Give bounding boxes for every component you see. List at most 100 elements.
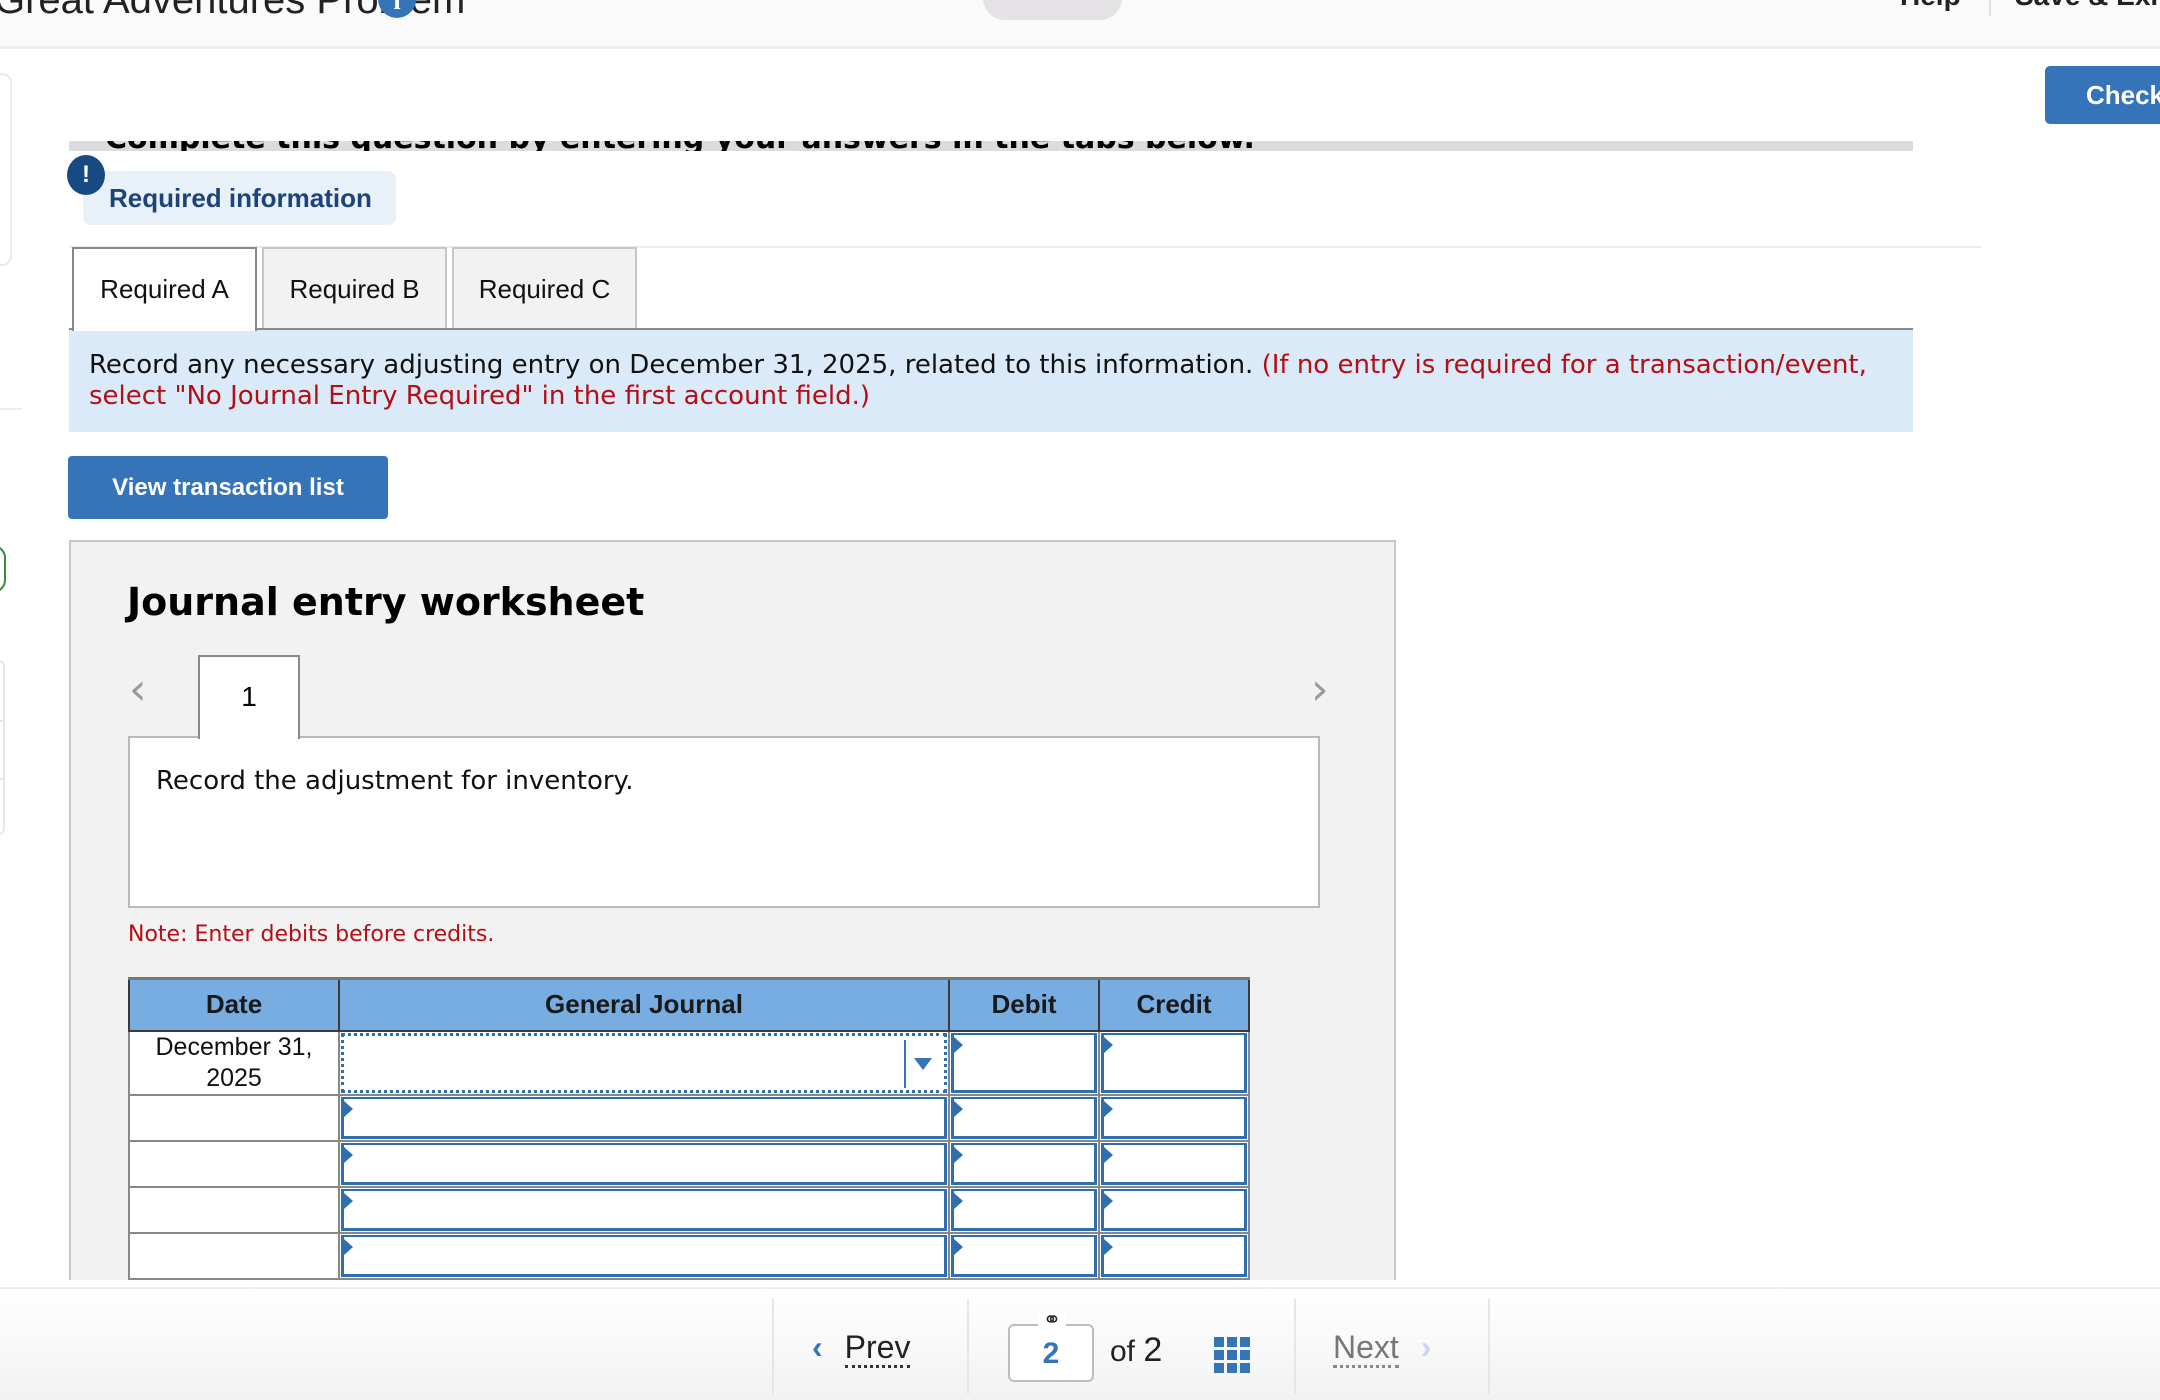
question-prompt-bar: Complete this question by entering your … (69, 141, 1913, 151)
account-input[interactable] (341, 1142, 947, 1185)
footer-navigation: ‹ Prev 2 ⚭ of 2 Next › (0, 1287, 2160, 1400)
worksheet-title: Journal entry worksheet (127, 580, 645, 624)
instructions-box: Record any necessary adjusting entry on … (69, 330, 1913, 432)
header-date: Date (128, 977, 340, 1032)
account-cell (338, 1139, 950, 1188)
account-cell (338, 1029, 950, 1096)
input-marker-icon (954, 1036, 963, 1053)
next-button[interactable]: Next › (1333, 1329, 1432, 1368)
worksheet-tab-1[interactable]: 1 (198, 655, 300, 739)
date-cell (128, 1185, 340, 1234)
header-general-journal: General Journal (338, 977, 950, 1032)
footer-divider (772, 1299, 774, 1394)
tab-required-a[interactable]: Required A (72, 247, 257, 331)
credit-cell (1098, 1139, 1250, 1188)
debit-input[interactable] (951, 1032, 1097, 1093)
worksheet-description-text: Record the adjustment for inventory. (156, 766, 634, 796)
link-icon: ⚭ (1038, 1310, 1066, 1332)
input-marker-icon (1104, 1036, 1113, 1053)
check-button[interactable]: Check (2045, 66, 2160, 124)
credit-cell (1098, 1231, 1250, 1280)
help-link[interactable]: Help (1900, 0, 1961, 12)
debit-cell (948, 1139, 1100, 1188)
input-marker-icon (344, 1192, 353, 1209)
credit-input[interactable] (1101, 1032, 1247, 1093)
debit-input[interactable] (951, 1234, 1097, 1277)
side-status-indicator[interactable] (0, 545, 6, 593)
credit-cell (1098, 1093, 1250, 1142)
credit-cell (1098, 1029, 1250, 1096)
table-row (128, 1139, 1250, 1188)
worksheet-note: Note: Enter debits before credits. (128, 922, 495, 947)
table-header-row: Date General Journal Debit Credit (128, 977, 1250, 1032)
account-input[interactable] (341, 1096, 947, 1139)
debit-cell (948, 1093, 1100, 1142)
date-cell (128, 1093, 340, 1142)
footer-divider (967, 1299, 969, 1394)
tab-required-c[interactable]: Required C (452, 247, 637, 329)
debit-input[interactable] (951, 1188, 1097, 1231)
input-marker-icon (954, 1238, 963, 1255)
account-dropdown[interactable] (341, 1032, 947, 1093)
debit-cell (948, 1029, 1100, 1096)
table-row (128, 1231, 1250, 1280)
view-transaction-list-button[interactable]: View transaction list (68, 456, 388, 519)
account-cell (338, 1093, 950, 1142)
footer-divider (1488, 1299, 1490, 1394)
chevron-right-icon[interactable]: › (1311, 664, 1329, 715)
side-question-list[interactable] (0, 660, 5, 835)
debit-input[interactable] (951, 1096, 1097, 1139)
journal-table: Date General Journal Debit Credit Decemb… (128, 977, 1250, 1280)
next-label: Next (1333, 1329, 1399, 1368)
chevron-right-icon: › (1420, 1329, 1432, 1365)
account-input[interactable] (341, 1188, 947, 1231)
table-row: December 31, 2025 (128, 1029, 1250, 1096)
date-cell (128, 1231, 340, 1280)
side-divider (0, 408, 22, 410)
required-information-badge[interactable]: Required information (83, 171, 396, 225)
input-marker-icon (344, 1238, 353, 1255)
of-label: of (1110, 1335, 1136, 1368)
input-marker-icon (954, 1100, 963, 1117)
prev-button[interactable]: ‹ Prev (812, 1329, 911, 1368)
table-row (128, 1185, 1250, 1234)
saved-status-badge: Saved (983, 0, 1122, 20)
table-row (128, 1093, 1250, 1142)
dropdown-separator (904, 1039, 906, 1088)
tab-required-b[interactable]: Required B (262, 247, 447, 329)
credit-input[interactable] (1101, 1142, 1247, 1185)
debit-cell (948, 1185, 1100, 1234)
total-pages: 2 (1143, 1331, 1163, 1369)
input-marker-icon (954, 1192, 963, 1209)
chevron-left-icon[interactable]: ‹ (129, 664, 147, 715)
credit-input[interactable] (1101, 1096, 1247, 1139)
alert-icon: ! (67, 155, 105, 195)
side-panel-card (0, 73, 12, 266)
side-list-separator (0, 720, 3, 722)
input-marker-icon (344, 1146, 353, 1163)
date-cell (128, 1139, 340, 1188)
account-cell (338, 1231, 950, 1280)
grid-icon[interactable] (1214, 1337, 1250, 1373)
save-exit-link[interactable]: Save & Exit (2015, 0, 2160, 12)
input-marker-icon (1104, 1100, 1113, 1117)
date-cell: December 31, 2025 (128, 1029, 340, 1096)
header-divider (1989, 0, 1991, 16)
instruction-text: Record any necessary adjusting entry on … (89, 350, 1254, 380)
credit-input[interactable] (1101, 1234, 1247, 1277)
debit-input[interactable] (951, 1142, 1097, 1185)
prev-label: Prev (844, 1329, 911, 1368)
input-marker-icon (344, 1100, 353, 1117)
required-information-label: Required information (109, 183, 372, 213)
journal-entry-worksheet: Journal entry worksheet ‹ 1 › Record the… (69, 540, 1396, 1280)
side-list-separator (0, 778, 3, 780)
caret-down-icon[interactable] (914, 1057, 932, 1070)
header-debit: Debit (948, 977, 1100, 1032)
input-marker-icon (1104, 1146, 1113, 1163)
page-count: of 2 (1110, 1331, 1162, 1370)
account-input[interactable] (341, 1234, 947, 1277)
worksheet-description: Record the adjustment for inventory. (128, 736, 1320, 908)
account-cell (338, 1185, 950, 1234)
credit-input[interactable] (1101, 1188, 1247, 1231)
input-marker-icon (1104, 1238, 1113, 1255)
